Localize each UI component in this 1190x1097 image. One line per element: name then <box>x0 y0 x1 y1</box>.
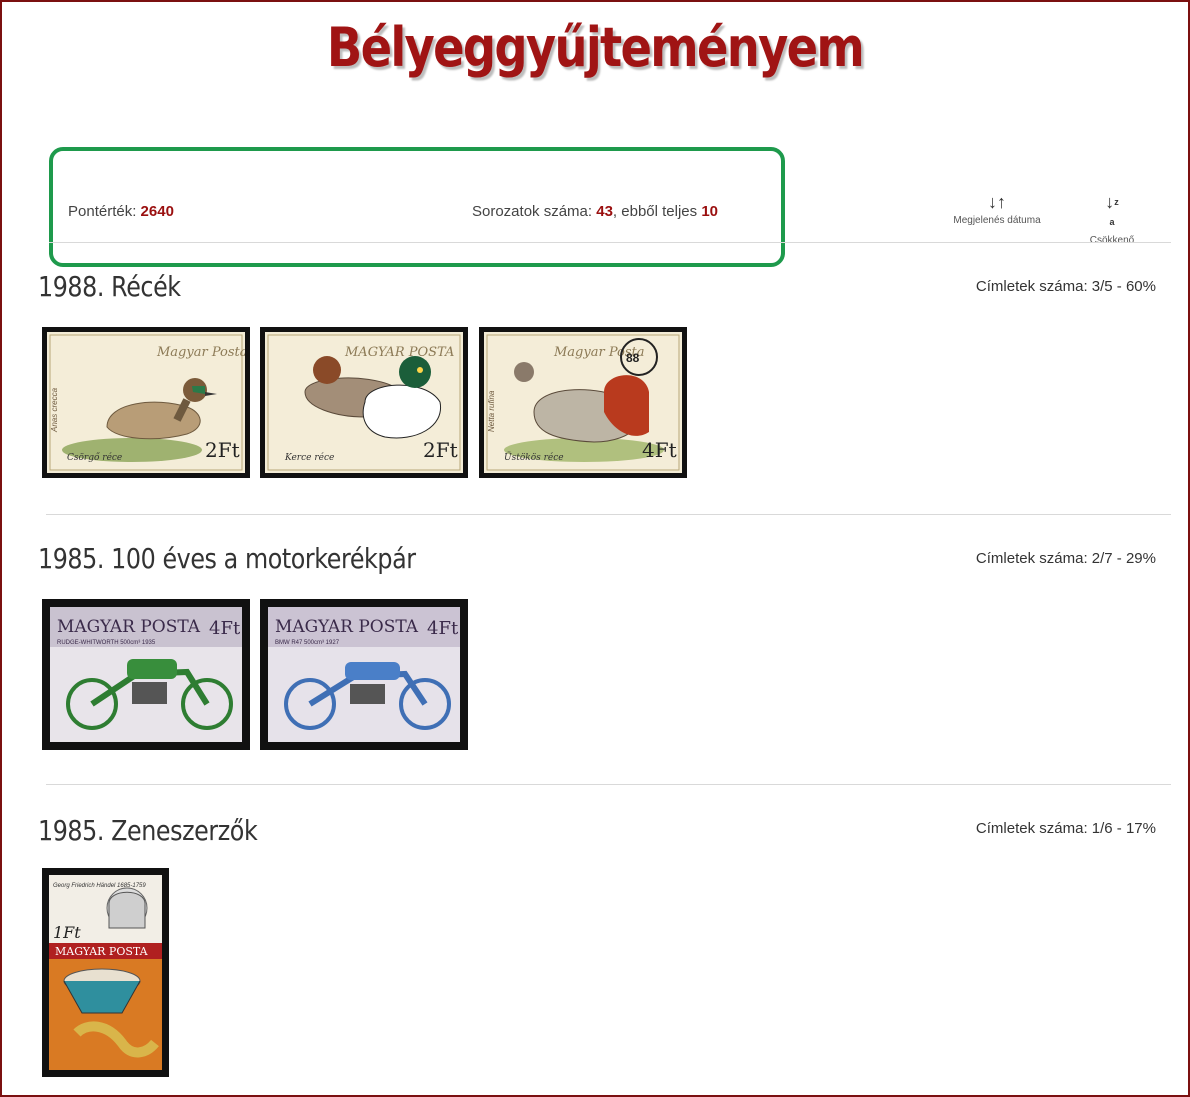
sort-arrows-icon: ↓↑ <box>988 192 1006 212</box>
stamp-header: MAGYAR POSTA <box>275 617 419 637</box>
points-stat: Pontérték: 2640 <box>68 203 174 220</box>
divider <box>46 514 1171 515</box>
series-count-value: 43 <box>596 203 613 220</box>
sort-by-date-label: Megjelenés dátuma <box>953 215 1041 226</box>
stamp-value: 2Ft <box>423 438 458 462</box>
svg-text:88: 88 <box>626 351 640 365</box>
stamp-value: 4Ft <box>642 438 677 462</box>
stamp-caption: RUDGE-WHITWORTH 500cm³ 1935 <box>57 640 156 646</box>
series-count: Címletek száma: 1/6 - 17% <box>975 820 1156 837</box>
series-count: Címletek száma: 3/5 - 60% <box>975 278 1156 295</box>
series-title[interactable]: 1988. Récék <box>38 270 181 303</box>
sort-order-button[interactable]: ↓z a Csökkenő <box>1082 192 1142 246</box>
stamp-caption: Georg Friedrich Händel 1685-1759 <box>53 883 146 889</box>
sort-descending-icon: ↓z a <box>1105 192 1119 227</box>
stamp-caption: BMW R47 500cm³ 1927 <box>275 640 340 646</box>
points-value: 2640 <box>140 203 174 220</box>
stamp-latin: Netta rufina <box>487 390 496 432</box>
series-count: Címletek száma: 2/7 - 29% <box>975 550 1156 567</box>
series-title[interactable]: 1985. Zeneszerzők <box>38 814 258 847</box>
stamp-image[interactable]: Magyar Posta Anas crecca Csörgő réce 2Ft <box>42 327 250 478</box>
series-stat: Sorozatok száma: 43, ebből teljes 10 <box>472 203 718 220</box>
stamp-latin: Anas crecca <box>50 387 59 433</box>
stamp-header: MAGYAR POSTA <box>55 945 149 958</box>
stamp-value: 1Ft <box>53 923 81 942</box>
page-frame: Bélyeggyűjteményem Pontérték: 2640 Soroz… <box>0 0 1190 1097</box>
complete-value: 10 <box>701 203 719 220</box>
stamp-header: MAGYAR POSTA <box>344 345 454 360</box>
stamp-image[interactable]: MAGYAR POSTA 4Ft BMW R47 500cm³ 1927 <box>260 599 468 750</box>
stamp-image[interactable]: MAGYAR POSTA 4Ft RUDGE-WHITWORTH 500cm³ … <box>42 599 250 750</box>
stamp-caption: Csörgő réce <box>67 452 122 463</box>
divider <box>46 784 1171 785</box>
stamp-caption: Kerce réce <box>284 452 334 463</box>
series-title[interactable]: 1985. 100 éves a motorkerékpár <box>38 542 416 575</box>
stamp-image[interactable]: Georg Friedrich Händel 1685-1759 1Ft MAG… <box>42 868 169 1077</box>
stamp-image[interactable]: Magyar Posta 88 Netta rufina Üstökös réc… <box>479 327 687 478</box>
stamp-value: 4Ft <box>209 618 241 639</box>
stamp-value: 2Ft <box>205 438 240 462</box>
divider <box>49 242 1171 243</box>
complete-label: , ebből teljes <box>612 203 698 220</box>
sort-by-date-button[interactable]: ↓↑ Megjelenés dátuma <box>947 192 1047 226</box>
stamp-header: Magyar Posta <box>156 345 245 360</box>
stamp-image[interactable]: MAGYAR POSTA Kerce réce 2Ft <box>260 327 468 478</box>
sort-order-label: Csökkenő <box>1089 235 1135 246</box>
stamp-value: 4Ft <box>427 618 459 639</box>
page-title: Bélyeggyűjteményem <box>326 16 865 79</box>
stamp-header: MAGYAR POSTA <box>57 617 201 637</box>
points-label: Pontérték: <box>68 203 137 220</box>
stamp-caption: Üstökös réce <box>504 451 564 463</box>
series-count-label: Sorozatok száma: <box>472 203 593 220</box>
